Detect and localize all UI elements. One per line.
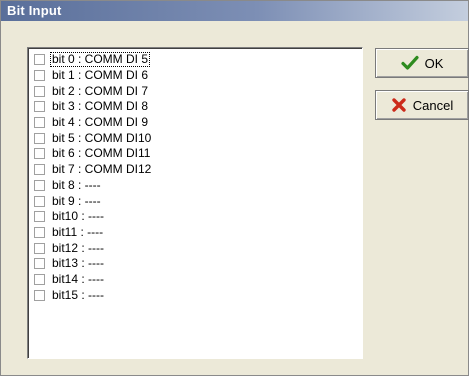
checkbox[interactable] <box>34 195 45 207</box>
checkbox[interactable] <box>34 289 45 301</box>
bit-label: bit11 : ---- <box>52 224 104 239</box>
bit-label: bit13 : ---- <box>52 256 105 271</box>
checkbox[interactable] <box>34 117 45 129</box>
list-item[interactable]: bit12 : ---- <box>34 240 362 256</box>
list-item[interactable]: bit 1 : COMM DI 6 <box>34 68 362 84</box>
bit-input-dialog: Bit Input bit 0 : COMM DI 5 bit 1 : COMM… <box>0 0 469 376</box>
ok-button[interactable]: OK <box>375 48 469 78</box>
list-item[interactable]: bit 6 : COMM DI11 <box>34 146 362 162</box>
checkbox[interactable] <box>34 70 45 82</box>
bit-label: bit12 : ---- <box>52 240 105 255</box>
checkbox[interactable] <box>34 273 45 285</box>
window-title: Bit Input <box>7 3 62 18</box>
bit-checklist[interactable]: bit 0 : COMM DI 5 bit 1 : COMM DI 6 bit … <box>27 47 363 359</box>
bit-label: bit15 : ---- <box>52 287 105 302</box>
bit-label: bit 2 : COMM DI 7 <box>52 83 149 98</box>
cancel-button[interactable]: Cancel <box>375 90 469 120</box>
title-bar[interactable]: Bit Input <box>1 1 468 21</box>
ok-label: OK <box>424 55 444 71</box>
list-item[interactable]: bit11 : ---- <box>34 225 362 241</box>
bit-label: bit 8 : ---- <box>52 177 101 192</box>
checkbox[interactable] <box>34 54 45 66</box>
checkbox[interactable] <box>34 242 45 254</box>
bit-label: bit 9 : ---- <box>52 193 101 208</box>
x-icon <box>392 98 406 112</box>
bit-label: bit 4 : COMM DI 9 <box>52 115 149 130</box>
list-item[interactable]: bit15 : ---- <box>34 287 362 303</box>
checkbox[interactable] <box>34 226 45 238</box>
list-item[interactable]: bit 8 : ---- <box>34 178 362 194</box>
checkbox[interactable] <box>34 85 45 97</box>
list-item[interactable]: bit13 : ---- <box>34 256 362 272</box>
bit-label: bit 7 : COMM DI12 <box>52 162 152 177</box>
list-item[interactable]: bit 2 : COMM DI 7 <box>34 83 362 99</box>
checkmark-icon <box>400 55 419 70</box>
list-item[interactable]: bit 3 : COMM DI 8 <box>34 99 362 115</box>
bit-label: bit 3 : COMM DI 8 <box>52 99 149 114</box>
bit-label: bit 5 : COMM DI10 <box>52 130 152 145</box>
list-item[interactable]: bit 5 : COMM DI10 <box>34 130 362 146</box>
list-item[interactable]: bit 7 : COMM DI12 <box>34 162 362 178</box>
checkbox[interactable] <box>34 211 45 223</box>
checkbox[interactable] <box>34 148 45 160</box>
checkbox[interactable] <box>34 179 45 191</box>
checkbox[interactable] <box>34 132 45 144</box>
checkbox[interactable] <box>34 101 45 113</box>
list-item[interactable]: bit 4 : COMM DI 9 <box>34 115 362 131</box>
bit-label: bit 6 : COMM DI11 <box>52 146 151 161</box>
bit-label: bit 1 : COMM DI 6 <box>52 68 149 83</box>
list-item[interactable]: bit 0 : COMM DI 5 <box>34 52 362 68</box>
checkbox[interactable] <box>34 164 45 176</box>
bit-label: bit10 : ---- <box>52 209 105 224</box>
list-item[interactable]: bit 9 : ---- <box>34 193 362 209</box>
cancel-label: Cancel <box>412 97 454 113</box>
list-item[interactable]: bit14 : ---- <box>34 272 362 288</box>
list-item[interactable]: bit10 : ---- <box>34 209 362 225</box>
bit-label: bit 0 : COMM DI 5 <box>49 52 151 68</box>
bit-label: bit14 : ---- <box>52 271 105 286</box>
checkbox[interactable] <box>34 258 45 270</box>
